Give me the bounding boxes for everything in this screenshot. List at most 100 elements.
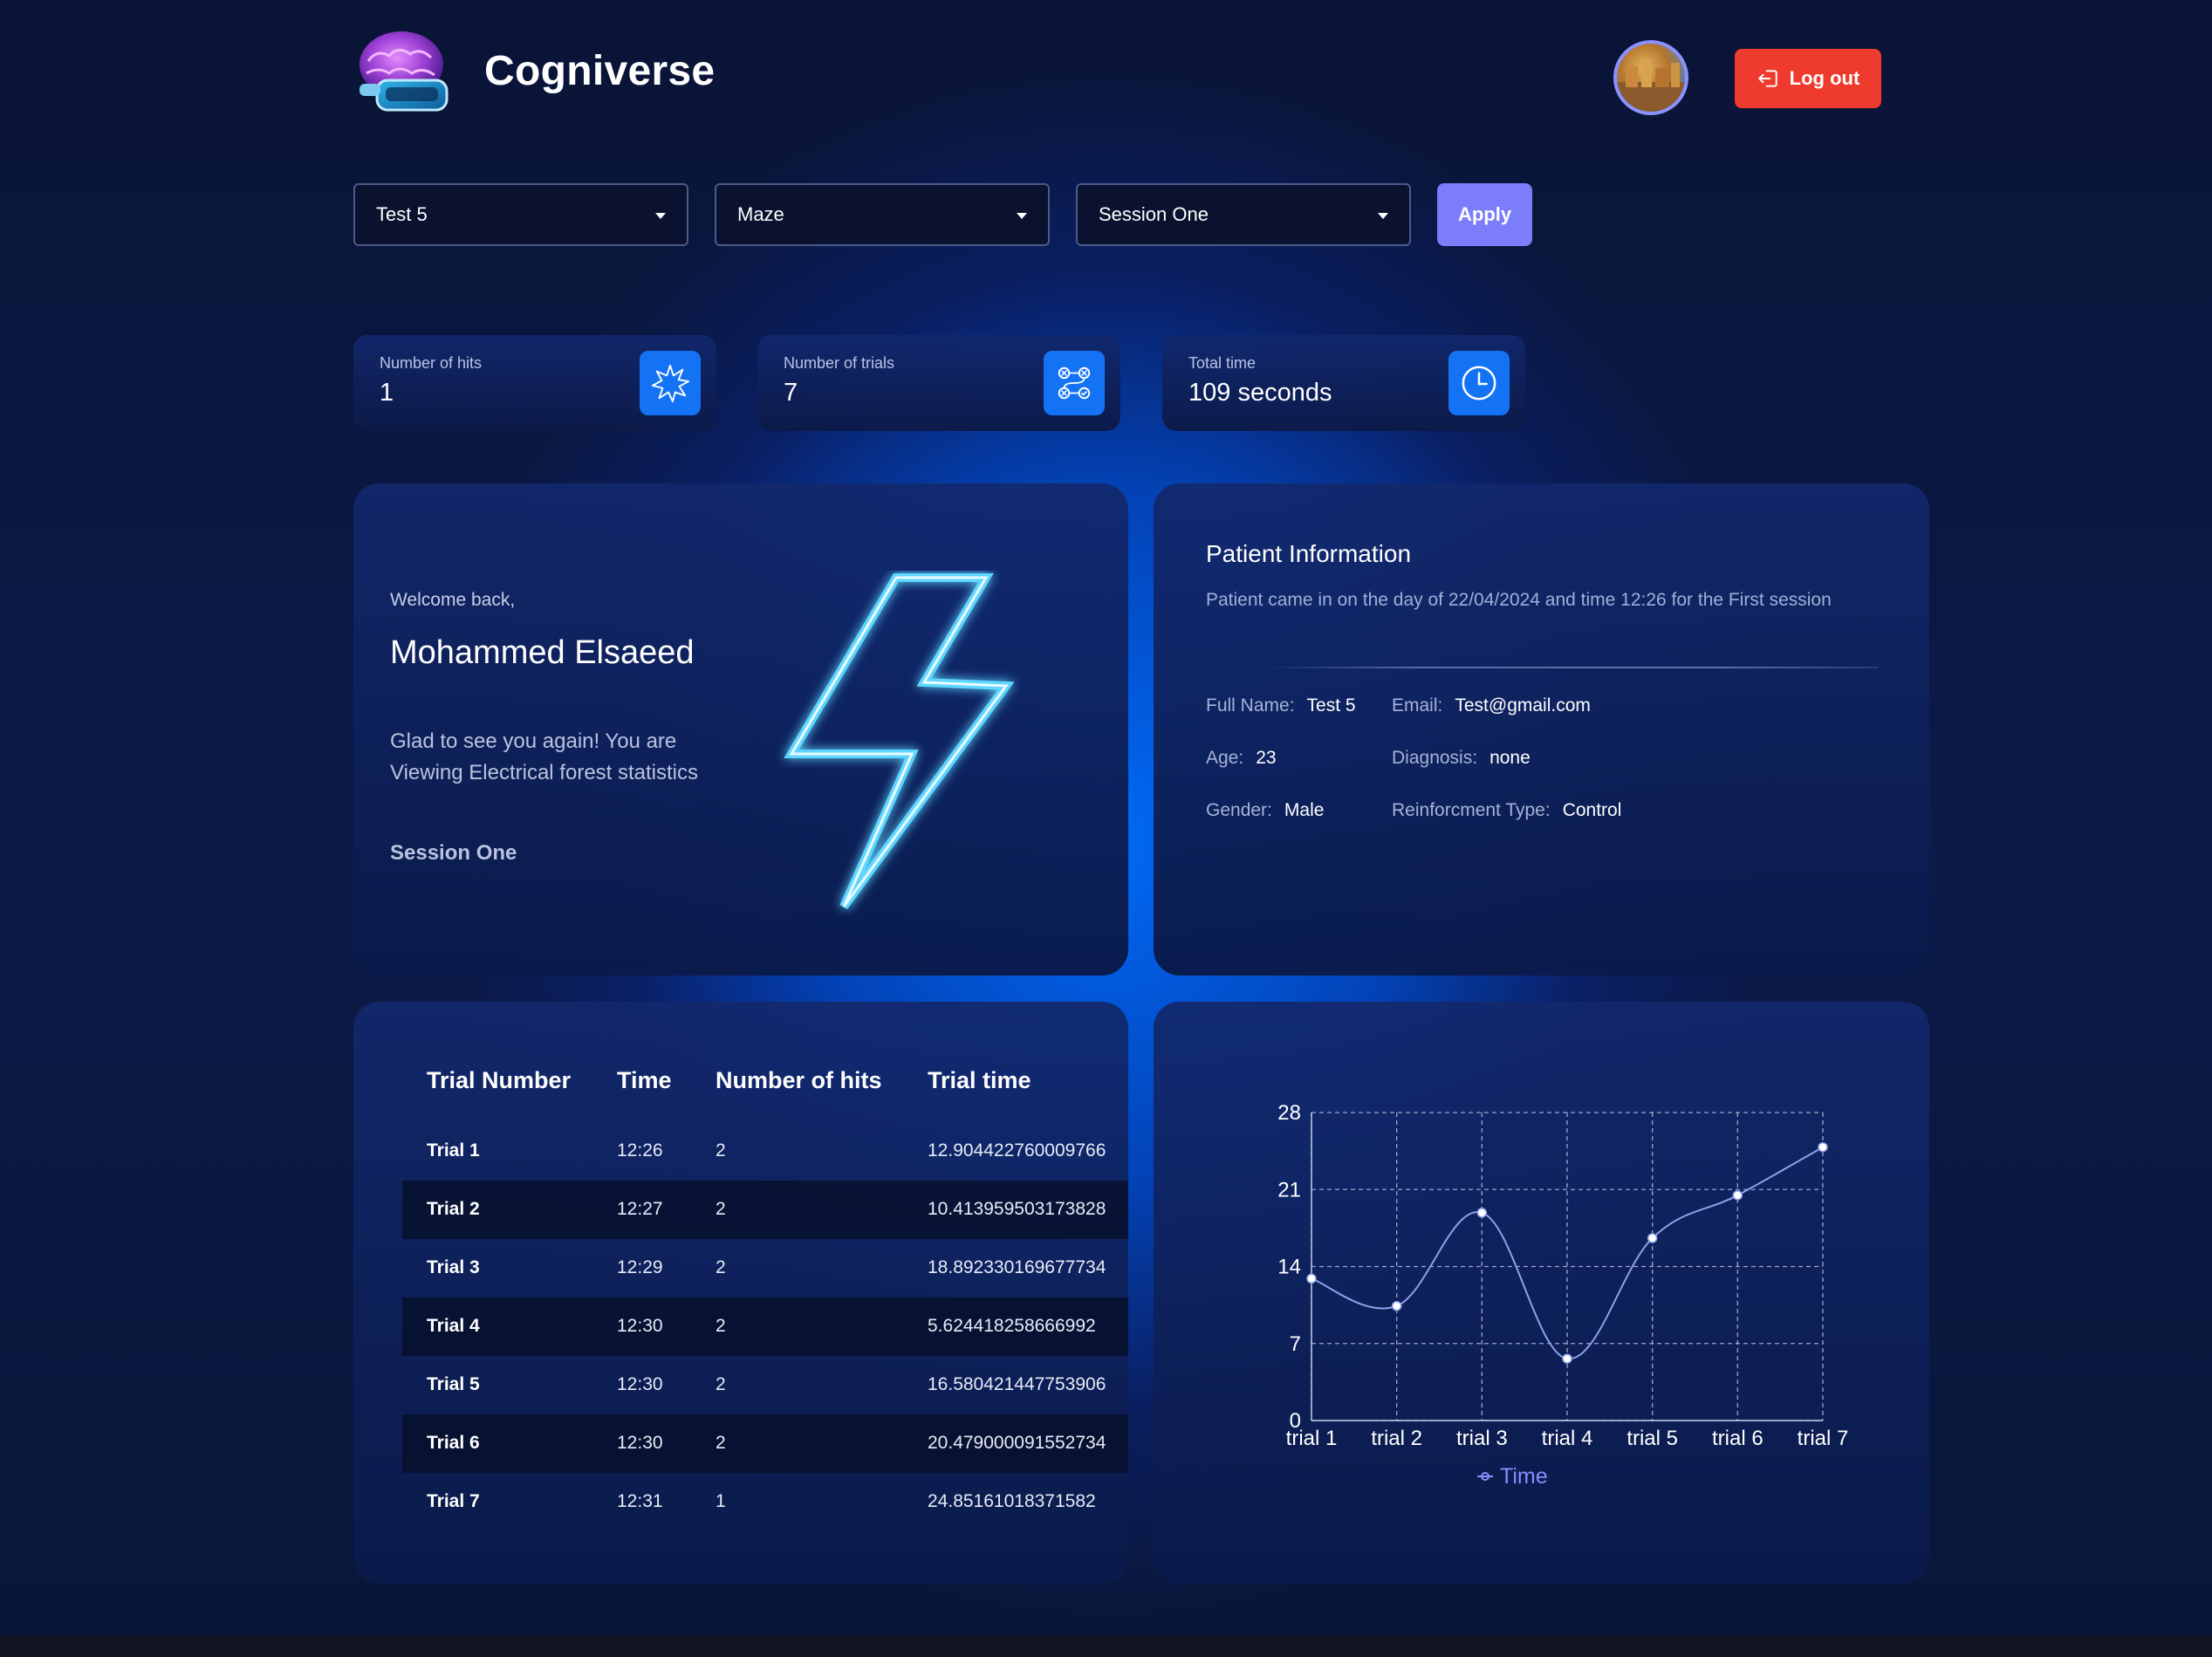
time-cell: 12:30 [617,1316,663,1336]
field-value: Control [1562,800,1622,820]
age-field: Age: 23 [1206,748,1277,769]
data-point [1562,1353,1572,1364]
field-value: Test 5 [1306,695,1356,716]
field-label: Diagnosis: [1392,748,1478,768]
hits-cell: 2 [716,1433,726,1453]
burst-icon [640,351,701,415]
lightning-bolt-icon [764,571,1025,915]
patient-info-panel: Patient Information Patient came in on t… [1154,483,1929,976]
hits-cell: 2 [716,1257,726,1277]
hits-cell: 2 [716,1316,726,1336]
data-point [1732,1190,1743,1201]
welcome-panel: Welcome back, Mohammed Elsaeed Glad to s… [353,483,1128,976]
trial-time-cell: 10.413959503173828 [928,1199,1106,1219]
stat-value: 109 seconds [1188,379,1332,407]
field-label: Email: [1392,695,1443,716]
table-row: Trial 2 12:27 2 10.413959503173828 [402,1181,1128,1239]
time-cell: 12:26 [617,1140,663,1161]
patient-visit-description: Patient came in on the day of 22/04/2024… [1206,590,1832,610]
field-label: Full Name: [1206,695,1295,716]
y-tick-label: 28 [1277,1101,1301,1125]
footer-bar [0,1636,2212,1657]
column-header-trial-time: Trial time [928,1067,1031,1093]
field-label: Gender: [1206,800,1272,820]
hits-cell: 2 [716,1140,726,1161]
session-select[interactable]: Session One [1076,183,1411,246]
game-select[interactable]: Maze [715,183,1050,246]
trial-number-cell: Trial 5 [427,1374,480,1394]
time-cell: 12:30 [617,1433,663,1453]
divider [1267,667,1878,668]
trial-number-cell: Trial 2 [427,1199,480,1219]
app-title: Cogniverse [484,48,716,94]
table-row: Trial 3 12:29 2 18.892330169677734 [402,1239,1128,1298]
column-header-trial-number: Trial Number [427,1067,572,1093]
data-point [1306,1273,1317,1284]
trial-time-cell: 16.580421447753906 [928,1374,1106,1394]
x-tick-label: trial 7 [1798,1427,1849,1450]
field-value: 23 [1256,748,1277,768]
field-value: Test@gmail.com [1455,695,1591,716]
hits-cell: 1 [716,1491,726,1511]
chevron-down-icon [1378,213,1388,219]
test-select[interactable]: Test 5 [353,183,688,246]
column-header-hits: Number of hits [716,1067,882,1093]
trials-flow-icon [1044,351,1105,415]
stat-label: Total time [1188,354,1257,372]
y-tick-label: 21 [1277,1178,1301,1202]
x-tick-label: trial 6 [1712,1427,1763,1450]
column-header-time: Time [617,1067,672,1093]
stat-value: 7 [784,379,798,407]
table-row: Trial 7 12:31 1 24.85161018371582 [402,1473,1128,1531]
time-cell: 12:27 [617,1199,663,1219]
chevron-down-icon [1017,213,1027,219]
stat-card-time: Total time 109 seconds [1162,335,1525,431]
trials-table-panel: Trial Number Time Number of hits Trial t… [353,1002,1128,1584]
trial-number-cell: Trial 6 [427,1433,480,1453]
gender-field: Gender: Male [1206,800,1324,821]
table-row: Trial 1 12:26 2 12.904422760009766 [402,1122,1128,1181]
data-point [1818,1141,1828,1153]
time-cell: 12:31 [617,1491,663,1511]
trial-number-cell: Trial 4 [427,1316,480,1336]
hits-cell: 2 [716,1199,726,1219]
x-tick-label: trial 2 [1371,1427,1422,1450]
x-tick-label: trial 1 [1286,1427,1338,1450]
trial-time-cell: 24.85161018371582 [928,1491,1096,1511]
stat-label: Number of trials [784,354,895,372]
trial-time-cell: 20.479000091552734 [928,1433,1106,1453]
time-cell: 12:30 [617,1374,663,1394]
stat-value: 1 [380,379,394,407]
data-point [1647,1233,1658,1243]
x-tick-label: trial 4 [1542,1427,1593,1450]
y-tick-label: 7 [1290,1332,1301,1356]
trial-number-cell: Trial 7 [427,1491,480,1511]
trial-time-line-chart: 07142128trial 1 trial 2 trial 3 trial 4 tria… [1277,1101,1849,1489]
trial-number-cell: Trial 1 [427,1140,480,1161]
field-label: Age: [1206,748,1244,768]
x-tick-label: trial 5 [1626,1427,1678,1450]
diagnosis-field: Diagnosis: none [1392,748,1531,769]
legend-label: Time [1500,1464,1548,1489]
data-point [1476,1208,1488,1218]
data-point [1391,1300,1402,1311]
logout-icon [1757,70,1777,87]
clock-icon [1448,351,1510,415]
logout-button[interactable]: Log out [1735,49,1881,108]
apply-button[interactable]: Apply [1437,183,1532,246]
field-label: Reinforcment Type: [1392,800,1551,820]
time-cell: 12:29 [617,1257,663,1277]
trial-time-chart-panel: 0 7 14 21 28 trial 1 trial 2 trial 3 trial 4 tria… [1154,1002,1929,1584]
stat-label: Number of hits [380,354,483,372]
chevron-down-icon [655,213,666,219]
user-avatar[interactable] [1613,40,1688,115]
table-row: Trial 6 12:30 2 20.479000091552734 [402,1414,1128,1473]
stat-card-trials: Number of trials 7 [757,335,1120,431]
welcome-greeting: Welcome back, [390,590,516,610]
welcome-message: Glad to see you again! You are Viewing E… [390,729,699,784]
trial-time-cell: 18.892330169677734 [928,1257,1106,1277]
field-value: Male [1284,800,1325,820]
table-row: Trial 5 12:30 2 16.580421447753906 [402,1356,1128,1414]
test-select-value: Test 5 [376,203,428,225]
brain-vr-logo [351,26,461,122]
